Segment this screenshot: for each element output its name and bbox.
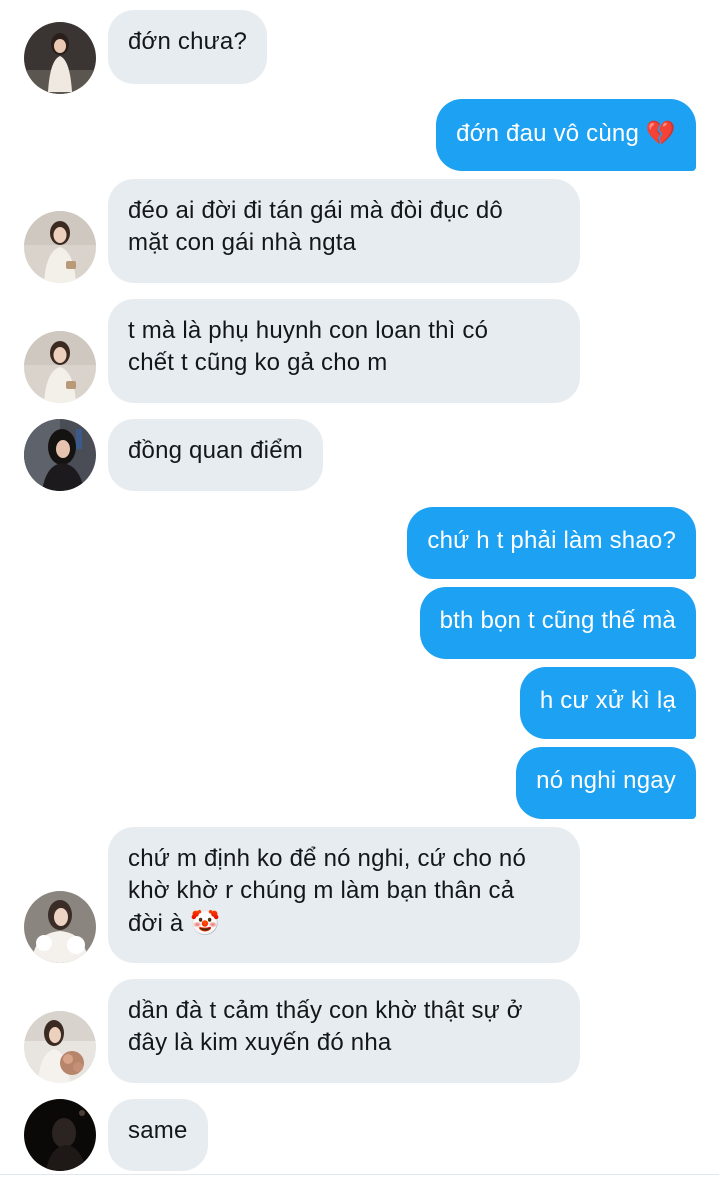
message-text-fragment: đời à — [128, 910, 184, 937]
avatar-girl-dark-hair — [24, 419, 96, 491]
message-text-line: đây là kim xuyến đó nha — [128, 1029, 392, 1056]
message-bubble[interactable]: same — [108, 1099, 208, 1171]
divider — [0, 1174, 719, 1175]
avatar[interactable] — [24, 211, 96, 283]
avatar-girl-sweater — [24, 211, 96, 283]
message-list: đớn chưa? đớn đau vô cùng 💔 đéo ai đời đ… — [0, 0, 719, 1177]
message-text-line: khờ khờ r chúng m làm bạn thân cả — [128, 877, 515, 904]
message-row: dần đà t cảm thấy con khờ thật sự ở đây … — [0, 979, 719, 1083]
message-text-line: chết t cũng ko gả cho m — [128, 349, 388, 376]
message-text: đớn đau vô cùng — [456, 120, 640, 147]
avatar[interactable] — [24, 1099, 96, 1171]
avatar-girl-fur-coat — [24, 891, 96, 963]
message-text-line: mặt con gái nhà ngta — [128, 229, 357, 256]
avatar[interactable] — [24, 891, 96, 963]
message-row: đớn đau vô cùng 💔 — [0, 99, 719, 171]
message-row: t mà là phụ huynh con loan thì có chết t… — [0, 299, 719, 403]
avatar-girl-white-outfit — [24, 22, 96, 94]
message-bubble[interactable]: đéo ai đời đi tán gái mà đòi đục dô mặt … — [108, 179, 580, 283]
message-bubble[interactable]: h cư xử kì lạ — [519, 667, 696, 739]
message-bubble[interactable]: bth bọn t cũng thế mà — [419, 587, 696, 659]
broken-heart-icon: 💔 — [645, 119, 676, 147]
message-bubble[interactable]: t mà là phụ huynh con loan thì có chết t… — [108, 299, 580, 403]
message-text: bth bọn t cũng thế mà — [439, 607, 676, 634]
message-bubble[interactable]: đớn đau vô cùng 💔 — [436, 99, 696, 171]
message-text: nó nghi ngay — [536, 767, 676, 794]
avatar-girl-sweater — [24, 331, 96, 403]
message-text-line: đời à 🤡 — [128, 907, 560, 940]
avatar[interactable] — [24, 331, 96, 403]
message-text: same — [128, 1117, 188, 1144]
message-row: bth bọn t cũng thế mà — [0, 587, 719, 659]
avatar[interactable] — [24, 1011, 96, 1083]
message-bubble[interactable]: chứ m định ko để nó nghi, cứ cho nó khờ … — [108, 827, 580, 963]
message-row: đớn chưa? — [0, 10, 719, 94]
message-bubble[interactable]: chứ h t phải làm shao? — [407, 507, 696, 579]
message-bubble[interactable]: đồng quan điểm — [108, 419, 323, 491]
message-row: chứ h t phải làm shao? — [0, 507, 719, 579]
avatar-girl-flowers — [24, 1011, 96, 1083]
message-text-line: chứ m định ko để nó nghi, cứ cho nó — [128, 845, 527, 872]
message-text-line: t mà là phụ huynh con loan thì có — [128, 317, 489, 344]
message-row: nó nghi ngay — [0, 747, 719, 819]
message-text: h cư xử kì lạ — [539, 687, 676, 714]
message-text: chứ h t phải làm shao? — [427, 527, 676, 554]
message-text-line: đéo ai đời đi tán gái mà đòi đục dô — [128, 197, 503, 224]
message-bubble[interactable]: đớn chưa? — [108, 10, 268, 84]
message-bubble[interactable]: nó nghi ngay — [516, 747, 696, 819]
message-row: chứ m định ko để nó nghi, cứ cho nó khờ … — [0, 827, 719, 963]
avatar[interactable] — [24, 419, 96, 491]
avatar-silhouette — [24, 1099, 96, 1171]
message-row: h cư xử kì lạ — [0, 667, 719, 739]
message-row: đéo ai đời đi tán gái mà đòi đục dô mặt … — [0, 179, 719, 283]
message-row: đồng quan điểm — [0, 419, 719, 491]
clown-face-icon: 🤡 — [190, 909, 221, 937]
message-row: same — [0, 1099, 719, 1171]
message-text-line: dần đà t cảm thấy con khờ thật sự ở — [128, 997, 523, 1024]
avatar[interactable] — [24, 22, 96, 94]
message-bubble[interactable]: dần đà t cảm thấy con khờ thật sự ở đây … — [108, 979, 580, 1083]
message-text: đớn chưa? — [128, 28, 248, 55]
message-text: đồng quan điểm — [128, 437, 303, 464]
